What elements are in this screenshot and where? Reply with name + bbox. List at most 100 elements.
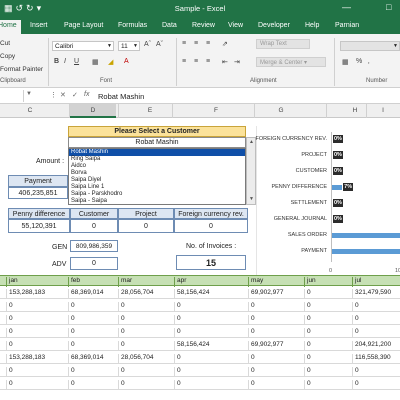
- month-header-cell[interactable]: apr: [174, 277, 248, 287]
- column-header-g[interactable]: G: [266, 107, 296, 114]
- align-bottom-icon[interactable]: ≡: [206, 40, 210, 47]
- table-cell[interactable]: 0: [248, 302, 304, 312]
- customer-listbox[interactable]: Robat Mashin Ring Saipa Aidco Borva Saipa Di…: [68, 148, 246, 205]
- column-header-c[interactable]: C: [20, 107, 40, 114]
- adv-value[interactable]: 0: [70, 257, 118, 270]
- table-cell[interactable]: 58,156,424: [174, 289, 248, 299]
- table-cell[interactable]: 0: [352, 380, 400, 390]
- accounting-format-icon[interactable]: ▦: [342, 58, 349, 66]
- tab-parnian[interactable]: Parnian: [335, 22, 359, 29]
- column-header-h[interactable]: H: [348, 107, 362, 114]
- selected-customer-field[interactable]: Robat Mashin: [68, 137, 246, 148]
- table-cell[interactable]: 0: [304, 302, 352, 312]
- table-cell[interactable]: 0: [352, 315, 400, 325]
- column-header-e[interactable]: E: [120, 107, 180, 114]
- tab-home[interactable]: Home: [0, 20, 21, 34]
- table-cell[interactable]: 0: [118, 367, 174, 377]
- table-cell[interactable]: 0: [118, 341, 174, 351]
- number-format-select[interactable]: ▼: [340, 41, 400, 51]
- table-cell[interactable]: 0: [68, 328, 118, 338]
- table-cell[interactable]: 0: [248, 367, 304, 377]
- table-cell[interactable]: 0: [6, 367, 68, 377]
- tab-insert[interactable]: Insert: [30, 22, 48, 29]
- table-cell[interactable]: 0: [68, 367, 118, 377]
- table-cell[interactable]: 0: [304, 328, 352, 338]
- table-cell[interactable]: 69,902,977: [248, 289, 304, 299]
- table-cell[interactable]: 69,902,977: [248, 341, 304, 351]
- minimize-icon[interactable]: —: [342, 2, 351, 12]
- table-cell[interactable]: 0: [174, 367, 248, 377]
- table-cell[interactable]: 0: [352, 367, 400, 377]
- orientation-icon[interactable]: ⇗: [222, 40, 228, 48]
- ribbon-options-icon[interactable]: □: [386, 2, 391, 12]
- cut-button[interactable]: Cut: [0, 40, 10, 47]
- column-header-i[interactable]: I: [376, 107, 390, 114]
- penny-difference-value[interactable]: 55,120,391: [8, 219, 70, 233]
- align-center-icon[interactable]: ≡: [194, 58, 198, 65]
- table-cell[interactable]: 0: [248, 380, 304, 390]
- table-cell[interactable]: 0: [6, 328, 68, 338]
- table-cell[interactable]: 58,156,424: [174, 341, 248, 351]
- customer-list-scrollbar[interactable]: ▲ ▼: [246, 137, 256, 205]
- font-color-icon[interactable]: A: [124, 58, 129, 65]
- comma-style-icon[interactable]: ‚: [368, 58, 370, 65]
- copy-button[interactable]: Copy: [0, 53, 15, 60]
- payment-value[interactable]: 406,235,851: [8, 187, 68, 199]
- table-cell[interactable]: 68,369,014: [68, 354, 118, 364]
- table-cell[interactable]: 153,288,183: [6, 354, 68, 364]
- table-cell[interactable]: 0: [174, 354, 248, 364]
- table-cell[interactable]: 116,558,390: [352, 354, 400, 364]
- font-grow-icon[interactable]: Aˆ: [144, 41, 151, 48]
- table-cell[interactable]: 0: [118, 328, 174, 338]
- table-cell[interactable]: 0: [174, 380, 248, 390]
- table-cell[interactable]: 0: [248, 315, 304, 325]
- table-cell[interactable]: 0: [6, 380, 68, 390]
- table-cell[interactable]: 28,056,704: [118, 354, 174, 364]
- customer-option[interactable]: Ring Saipa: [69, 156, 245, 163]
- underline-icon[interactable]: U: [74, 58, 79, 65]
- gen-value[interactable]: 809,986,359: [70, 240, 118, 252]
- scroll-up-icon[interactable]: ▲: [249, 139, 254, 145]
- merge-center-button[interactable]: Merge & Center ▾: [256, 57, 326, 67]
- table-cell[interactable]: 0: [304, 341, 352, 351]
- customer-value[interactable]: 0: [70, 219, 118, 233]
- table-cell[interactable]: 0: [6, 341, 68, 351]
- foreign-currency-value[interactable]: 0: [174, 219, 248, 233]
- align-left-icon[interactable]: ≡: [182, 58, 186, 65]
- table-cell[interactable]: 0: [304, 289, 352, 299]
- table-cell[interactable]: 0: [118, 302, 174, 312]
- table-cell[interactable]: 204,921,200: [352, 341, 400, 351]
- align-top-icon[interactable]: ≡: [182, 40, 186, 47]
- customer-option[interactable]: Robat Mashin: [69, 149, 245, 156]
- insert-function-icon[interactable]: fx: [84, 91, 89, 98]
- table-cell[interactable]: 0: [352, 302, 400, 312]
- font-size-select[interactable]: 11 ▼: [118, 41, 140, 51]
- table-cell[interactable]: 0: [6, 315, 68, 325]
- table-cell[interactable]: 0: [304, 367, 352, 377]
- font-shrink-icon[interactable]: Aˇ: [156, 41, 163, 48]
- month-header-cell[interactable]: feb: [68, 277, 118, 287]
- tab-formulas[interactable]: Formulas: [118, 22, 147, 29]
- customer-option[interactable]: Borva: [69, 170, 245, 177]
- table-cell[interactable]: 0: [174, 315, 248, 325]
- column-header-f[interactable]: F: [176, 107, 256, 114]
- increase-indent-icon[interactable]: ⇥: [234, 58, 240, 66]
- tab-page-layout[interactable]: Page Layout: [64, 22, 103, 29]
- month-header-cell[interactable]: mar: [118, 277, 174, 287]
- table-cell[interactable]: 0: [304, 354, 352, 364]
- borders-icon[interactable]: ▦: [92, 58, 99, 66]
- wrap-text-button[interactable]: Wrap Text: [256, 39, 310, 49]
- formula-input[interactable]: Robat Mashin: [98, 92, 144, 101]
- table-cell[interactable]: 0: [68, 341, 118, 351]
- scroll-down-icon[interactable]: ▼: [249, 196, 254, 202]
- customer-option[interactable]: Aidco: [69, 163, 245, 170]
- tab-help[interactable]: Help: [305, 22, 319, 29]
- journal-type-chart[interactable]: FOREIGN CURRENCY REV. 0% PROJECT 0% CUSTOMER…: [255, 126, 400, 284]
- table-cell[interactable]: 0: [118, 380, 174, 390]
- align-middle-icon[interactable]: ≡: [194, 40, 198, 47]
- month-header-cell[interactable]: jul: [352, 277, 400, 287]
- font-name-select[interactable]: Calibri ▼: [52, 41, 114, 51]
- table-cell[interactable]: 0: [118, 315, 174, 325]
- align-right-icon[interactable]: ≡: [206, 58, 210, 65]
- table-cell[interactable]: 0: [304, 315, 352, 325]
